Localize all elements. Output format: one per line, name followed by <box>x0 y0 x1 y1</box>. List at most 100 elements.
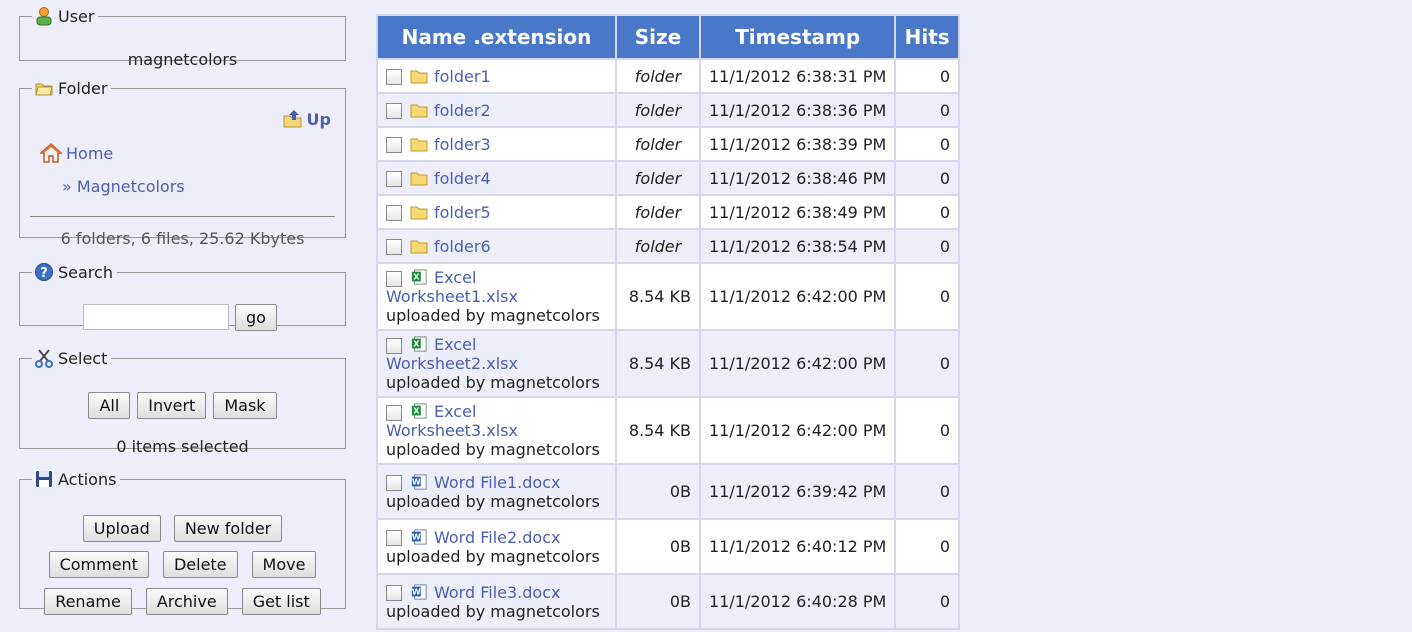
row-checkbox[interactable] <box>386 205 402 221</box>
search-legend: ? Search <box>32 262 117 282</box>
mask-button[interactable]: Mask <box>213 392 277 419</box>
file-link[interactable]: Word File3.docx <box>434 583 560 602</box>
hits-cell: 0 <box>896 162 958 194</box>
table-row[interactable]: folder6 folder 11/1/2012 6:38:54 PM 0 <box>378 230 958 262</box>
svg-text:W: W <box>412 477 421 486</box>
file-link[interactable]: Word File1.docx <box>434 473 560 492</box>
svg-text:?: ? <box>40 266 48 281</box>
svg-text:X: X <box>413 273 420 282</box>
table-row[interactable]: folder1 folder 11/1/2012 6:38:31 PM 0 <box>378 60 958 92</box>
table-row[interactable]: folder3 folder 11/1/2012 6:38:39 PM 0 <box>378 128 958 160</box>
timestamp-cell: 11/1/2012 6:38:49 PM <box>701 196 895 228</box>
row-checkbox[interactable] <box>386 137 402 153</box>
delete-button[interactable]: Delete <box>162 551 238 578</box>
file-link[interactable]: folder6 <box>434 237 491 256</box>
svg-text:X: X <box>413 340 420 349</box>
table-row[interactable]: folder5 folder 11/1/2012 6:38:49 PM 0 <box>378 196 958 228</box>
row-checkbox[interactable] <box>386 103 402 119</box>
table-row[interactable]: folder2 folder 11/1/2012 6:38:36 PM 0 <box>378 94 958 126</box>
file-link[interactable]: folder1 <box>434 67 491 86</box>
excel-file-icon: X <box>411 336 427 352</box>
size-cell: 0B <box>617 520 699 573</box>
timestamp-cell: 11/1/2012 6:39:42 PM <box>701 465 895 518</box>
table-row[interactable]: X Excel Worksheet2.xlsx uploaded by magnet… <box>378 331 958 396</box>
breadcrumb-magnetcolors[interactable]: » Magnetcolors <box>62 177 185 196</box>
name-cell: folder2 <box>378 94 615 126</box>
uploader-text: uploaded by magnetcolors <box>386 491 600 511</box>
name-cell: W Word File3.docx uploaded by magnetcolors <box>378 575 615 628</box>
user-legend: User <box>32 6 98 26</box>
row-checkbox[interactable] <box>386 404 402 421</box>
search-input[interactable] <box>83 304 229 330</box>
divider <box>30 216 335 217</box>
save-disk-icon <box>36 471 52 487</box>
file-link[interactable]: folder2 <box>434 101 491 120</box>
col-header-name[interactable]: Name .extension <box>378 16 615 58</box>
user-icon <box>36 7 52 26</box>
size-cell: folder <box>617 60 699 92</box>
col-header-size[interactable]: Size <box>617 16 699 58</box>
hits-cell: 0 <box>896 128 958 160</box>
size-cell: folder <box>617 94 699 126</box>
size-cell: folder <box>617 162 699 194</box>
home-link[interactable]: Home <box>40 142 113 164</box>
table-row[interactable]: W Word File2.docx uploaded by magnetcolors… <box>378 520 958 573</box>
col-header-timestamp[interactable]: Timestamp <box>701 16 895 58</box>
uploader-text: uploaded by magnetcolors <box>386 373 600 392</box>
row-checkbox[interactable] <box>386 171 402 187</box>
new-folder-button[interactable]: New folder <box>173 515 283 542</box>
home-label[interactable]: Home <box>66 144 113 163</box>
timestamp-cell: 11/1/2012 6:38:36 PM <box>701 94 895 126</box>
col-header-hits[interactable]: Hits <box>896 16 958 58</box>
table-row[interactable]: W Word File3.docx uploaded by magnetcolors… <box>378 575 958 628</box>
name-cell: X Excel Worksheet1.xlsx uploaded by magnet… <box>378 264 615 329</box>
folder-up-icon <box>283 110 302 128</box>
timestamp-cell: 11/1/2012 6:38:39 PM <box>701 128 895 160</box>
folder-stats: 6 folders, 6 files, 25.62 Kbytes <box>60 229 305 248</box>
name-cell: folder6 <box>378 230 615 262</box>
row-checkbox[interactable] <box>386 69 402 85</box>
archive-button[interactable]: Archive <box>145 588 228 615</box>
row-checkbox[interactable] <box>386 585 402 601</box>
timestamp-cell: 11/1/2012 6:38:46 PM <box>701 162 895 194</box>
file-link[interactable]: Excel Worksheet3.xlsx <box>386 402 518 440</box>
timestamp-cell: 11/1/2012 6:38:54 PM <box>701 230 895 262</box>
file-link[interactable]: folder5 <box>434 203 491 222</box>
table-row[interactable]: X Excel Worksheet1.xlsx uploaded by magnet… <box>378 264 958 329</box>
file-link[interactable]: folder3 <box>434 135 491 154</box>
move-button[interactable]: Move <box>251 551 317 578</box>
file-link[interactable]: Excel Worksheet2.xlsx <box>386 335 518 373</box>
hits-cell: 0 <box>896 520 958 573</box>
name-cell: X Excel Worksheet2.xlsx uploaded by magnet… <box>378 331 615 396</box>
row-checkbox[interactable] <box>386 270 402 287</box>
get-list-button[interactable]: Get list <box>241 588 321 615</box>
size-cell: folder <box>617 196 699 228</box>
rename-button[interactable]: Rename <box>44 588 132 615</box>
up-button[interactable]: Up <box>282 108 331 130</box>
svg-text:W: W <box>412 587 421 596</box>
row-checkbox[interactable] <box>386 337 402 354</box>
table-row[interactable]: X Excel Worksheet3.xlsx uploaded by magnet… <box>378 398 958 463</box>
row-checkbox[interactable] <box>386 530 402 546</box>
go-button[interactable]: go <box>235 304 277 331</box>
uploader-text: uploaded by magnetcolors <box>386 306 600 325</box>
invert-button[interactable]: Invert <box>137 392 207 419</box>
timestamp-cell: 11/1/2012 6:42:00 PM <box>701 398 895 463</box>
comment-button[interactable]: Comment <box>48 551 149 578</box>
file-link[interactable]: Word File2.docx <box>434 528 560 547</box>
hits-cell: 0 <box>896 398 958 463</box>
row-checkbox[interactable] <box>386 239 402 255</box>
row-checkbox[interactable] <box>386 475 402 491</box>
table-row[interactable]: folder4 folder 11/1/2012 6:38:46 PM 0 <box>378 162 958 194</box>
size-cell: 0B <box>617 575 699 628</box>
file-link[interactable]: folder4 <box>434 169 491 188</box>
upload-button[interactable]: Upload <box>82 515 161 542</box>
select-all-button[interactable]: All <box>88 392 131 419</box>
hits-cell: 0 <box>896 264 958 329</box>
file-table: Name .extension Size Timestamp Hits fold… <box>376 14 960 630</box>
folder-icon <box>410 172 428 185</box>
table-row[interactable]: W Word File1.docx uploaded by magnetcolors… <box>378 465 958 518</box>
select-legend: Select <box>32 348 111 368</box>
file-link[interactable]: Excel Worksheet1.xlsx <box>386 268 518 306</box>
uploader-text: uploaded by magnetcolors <box>386 440 600 459</box>
